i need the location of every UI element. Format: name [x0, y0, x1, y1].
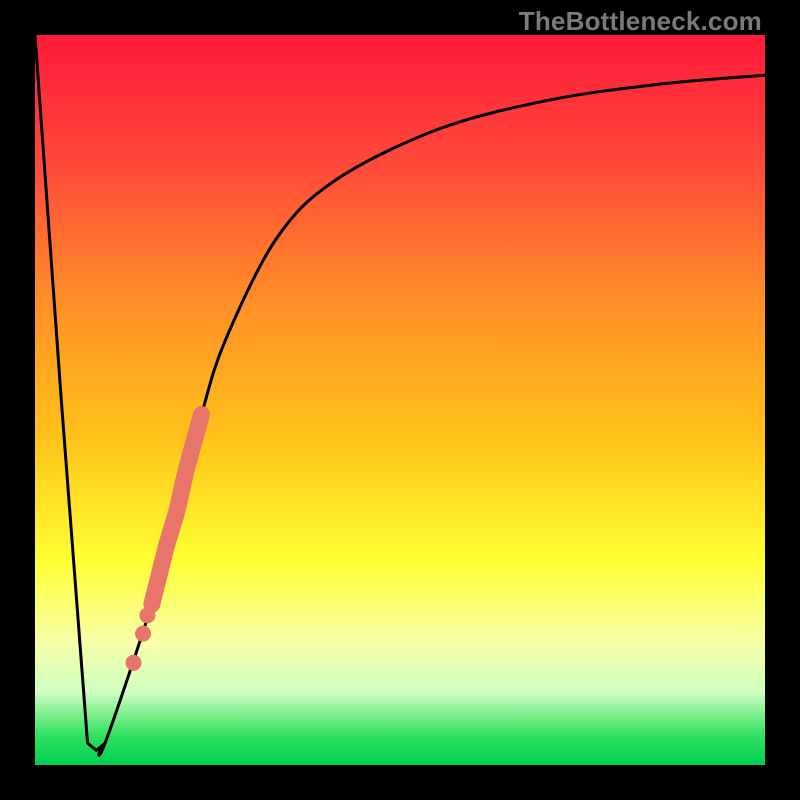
salmon-dot-1 [135, 626, 151, 642]
salmon-dot-0 [126, 655, 142, 671]
curve-svg [35, 35, 765, 765]
plot-area [35, 35, 765, 765]
bottleneck-curve-line [35, 35, 765, 755]
salmon-dot-2 [139, 607, 155, 623]
watermark-text: TheBottleneck.com [519, 6, 762, 37]
salmon-overlay-segment [152, 415, 202, 605]
salmon-dots-group [126, 607, 156, 670]
chart-frame: TheBottleneck.com [0, 0, 800, 800]
